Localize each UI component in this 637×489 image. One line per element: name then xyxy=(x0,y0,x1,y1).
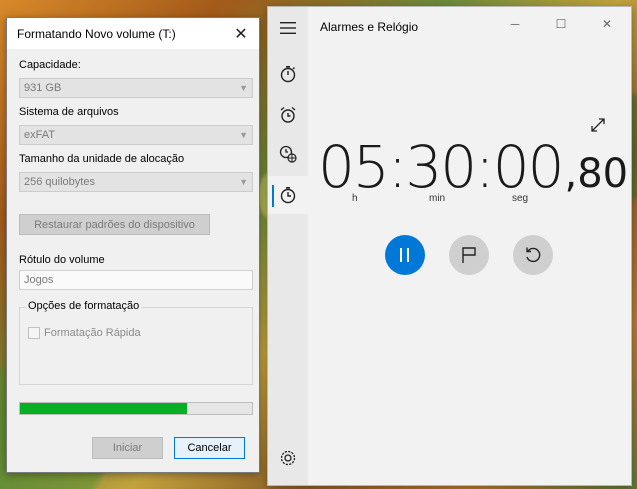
nav-world-clock[interactable] xyxy=(268,135,308,173)
nav-timer[interactable] xyxy=(268,55,308,93)
stopwatch-time: 05:30:00 xyxy=(318,133,564,201)
menu-icon xyxy=(280,22,296,34)
dialog-titlebar: Formatando Novo volume (T:) ✕ xyxy=(7,18,259,49)
checkbox-icon xyxy=(28,327,40,339)
nav-stopwatch[interactable] xyxy=(268,176,308,214)
volume-label-label: Rótulo do volume xyxy=(19,254,105,266)
nav-alarm[interactable] xyxy=(268,96,308,134)
stopwatch-hundredths: ,80 xyxy=(564,151,629,197)
chevron-down-icon: ▼ xyxy=(239,83,248,93)
flag-icon xyxy=(462,247,476,263)
alloc-select[interactable]: 256 quilobytes ▼ xyxy=(19,172,253,192)
capacity-label: Capacidade: xyxy=(19,59,81,71)
dialog-title: Formatando Novo volume (T:) xyxy=(17,26,176,41)
pause-button[interactable] xyxy=(385,235,425,275)
chevron-down-icon: ▼ xyxy=(239,130,248,140)
capacity-select[interactable]: 931 GB ▼ xyxy=(19,78,253,98)
close-icon[interactable]: ✕ xyxy=(598,15,616,33)
progress-fill xyxy=(20,403,188,414)
app-title: Alarmes e Relógio xyxy=(320,20,419,34)
alloc-value: 256 quilobytes xyxy=(24,176,95,188)
alarms-clock-window: Alarmes e Relógio ─ ☐ ✕ 05:30:00 ,80 h m… xyxy=(267,6,632,486)
format-dialog: Formatando Novo volume (T:) ✕ Capacidade… xyxy=(6,17,260,473)
reset-button[interactable] xyxy=(513,235,553,275)
nav-settings[interactable] xyxy=(268,439,308,477)
format-progress-bar xyxy=(19,402,253,415)
unit-minutes: min xyxy=(429,193,446,204)
quick-format-label: Formatação Rápida xyxy=(44,327,141,339)
filesystem-label: Sistema de arquivos xyxy=(19,106,119,118)
maximize-icon[interactable]: ☐ xyxy=(552,15,570,33)
chevron-down-icon: ▼ xyxy=(239,177,248,187)
volume-label-input[interactable]: Jogos xyxy=(19,270,253,290)
cancel-button[interactable]: Cancelar xyxy=(174,437,245,459)
lap-button[interactable] xyxy=(449,235,489,275)
nav-rail xyxy=(268,7,308,485)
alarm-icon xyxy=(280,106,296,123)
close-icon[interactable]: ✕ xyxy=(231,24,251,44)
reset-icon xyxy=(526,247,541,263)
unit-hours: h xyxy=(352,193,358,204)
minimize-icon[interactable]: ─ xyxy=(506,15,524,33)
capacity-value: 931 GB xyxy=(24,82,62,94)
filesystem-select[interactable]: exFAT ▼ xyxy=(19,125,253,145)
gear-icon xyxy=(280,450,296,466)
format-options-label: Opções de formatação xyxy=(26,300,142,312)
world-clock-icon xyxy=(279,145,297,163)
restore-defaults-button[interactable]: Restaurar padrões do dispositivo xyxy=(19,214,210,235)
alloc-label: Tamanho da unidade de alocação xyxy=(19,153,185,165)
stopwatch-icon xyxy=(280,187,296,204)
stopwatch-display: 05:30:00 ,80 xyxy=(318,133,628,201)
selected-indicator xyxy=(272,185,274,207)
quick-format-checkbox[interactable]: Formatação Rápida xyxy=(28,327,141,339)
start-button[interactable]: Iniciar xyxy=(92,437,163,459)
filesystem-value: exFAT xyxy=(24,129,55,141)
format-options-group: Opções de formatação Formatação Rápida xyxy=(19,300,253,385)
timer-icon xyxy=(280,66,296,83)
unit-seconds: seg xyxy=(512,193,529,204)
pause-icon xyxy=(400,248,409,262)
hamburger-menu-button[interactable] xyxy=(268,9,308,47)
